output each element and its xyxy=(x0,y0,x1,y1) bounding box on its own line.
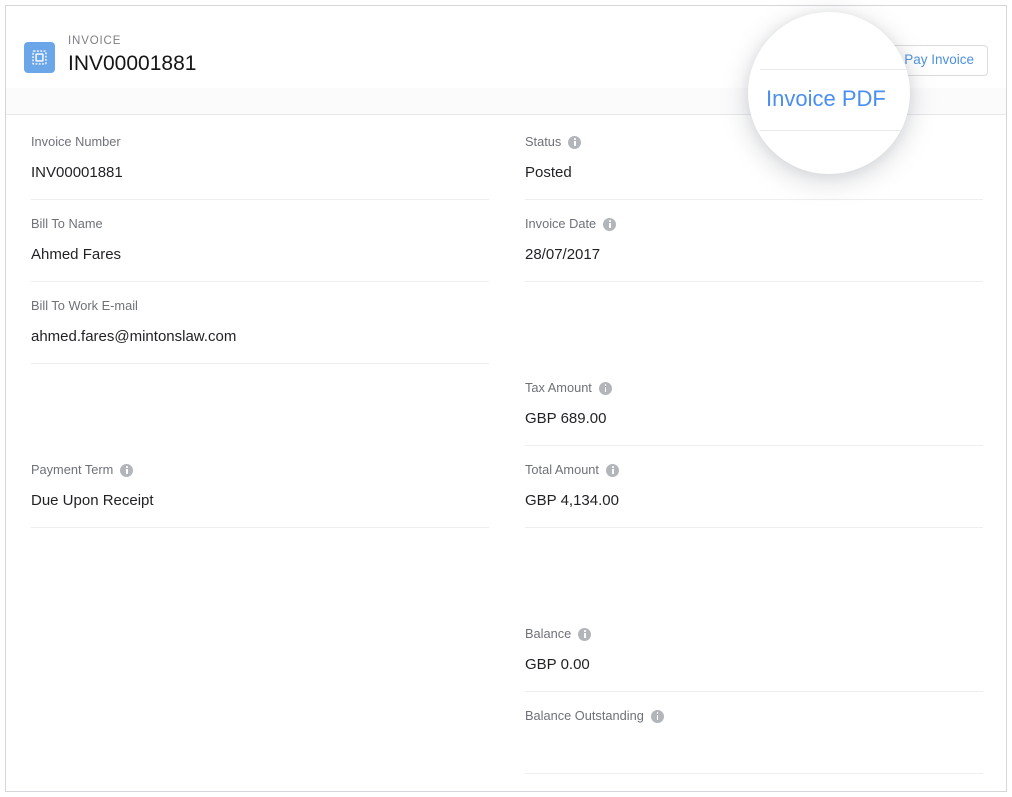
record-type-label: INVOICE xyxy=(68,35,122,47)
record-detail-body: Invoice Number INV00001881 Bill To Name Ahm… xyxy=(6,116,1006,791)
field-label-text: Payment Term xyxy=(31,462,114,477)
info-icon[interactable] xyxy=(605,463,619,477)
info-icon[interactable] xyxy=(603,217,617,231)
field-balance-outstanding: Balance Outstanding xyxy=(525,690,983,774)
info-icon[interactable] xyxy=(578,627,592,641)
invoice-stamp-icon xyxy=(24,42,55,73)
field-label-text: Status xyxy=(525,134,562,149)
field-tax-amount-label: Tax Amount xyxy=(525,379,983,397)
field-invoice-date: Invoice Date 28/07/2017 xyxy=(525,198,983,282)
field-bill-to-work-email: Bill To Work E-mail ahmed.fares@mintonsla… xyxy=(31,280,489,364)
field-label-text: Tax Amount xyxy=(525,380,592,395)
field-label-text: Invoice Date xyxy=(525,216,597,231)
field-bill-to-work-email-value: ahmed.fares@mintonslaw.com xyxy=(31,328,237,345)
page-title: INV00001881 xyxy=(68,52,197,75)
info-icon[interactable] xyxy=(120,463,134,477)
field-invoice-date-value: 28/07/2017 xyxy=(525,246,601,263)
field-balance-outstanding-value xyxy=(525,736,983,757)
field-balance-outstanding-label: Balance Outstanding xyxy=(525,707,983,725)
field-label-text: Balance xyxy=(525,626,572,641)
spotlight-magnifier-overlay: Invoice PDF xyxy=(748,12,910,174)
field-invoice-date-label: Invoice Date xyxy=(525,215,983,233)
field-total-amount: Total Amount GBP 4,134.00 xyxy=(525,444,983,528)
field-bill-to-name: Bill To Name Ahmed Fares xyxy=(31,198,489,282)
field-label-text: Bill To Work E-mail xyxy=(31,298,138,313)
field-label-text: Bill To Name xyxy=(31,216,103,231)
field-bill-to-name-label: Bill To Name xyxy=(31,215,489,233)
record-title-group: INVOICE INV00001881 xyxy=(68,34,196,77)
field-label-text: Balance Outstanding xyxy=(525,708,644,723)
field-bill-to-work-email-label: Bill To Work E-mail xyxy=(31,297,489,315)
field-invoice-number-label: Invoice Number xyxy=(31,133,489,151)
field-tax-amount: Tax Amount GBP 689.00 xyxy=(525,362,983,446)
field-balance-value: GBP 0.00 xyxy=(525,656,590,673)
invoice-pdf-menu-item[interactable]: Invoice PDF xyxy=(766,84,886,114)
field-label-text: Total Amount xyxy=(525,462,599,477)
field-total-amount-value: GBP 4,134.00 xyxy=(525,492,619,509)
invoice-record-page: INVOICE INV00001881 Pay Invoice Invoice … xyxy=(0,0,1012,797)
field-bill-to-name-value: Ahmed Fares xyxy=(31,246,122,263)
info-icon[interactable] xyxy=(650,709,664,723)
field-payment-term-label: Payment Term xyxy=(31,461,489,479)
field-balance-label: Balance xyxy=(525,625,983,643)
field-invoice-number-value: INV00001881 xyxy=(31,164,123,181)
menu-divider-top xyxy=(760,69,908,70)
info-icon[interactable] xyxy=(598,381,612,395)
field-label-text: Invoice Number xyxy=(31,134,121,149)
menu-divider-bottom xyxy=(760,130,908,131)
field-invoice-number: Invoice Number INV00001881 xyxy=(31,116,489,200)
field-payment-term-value: Due Upon Receipt xyxy=(31,492,154,509)
field-total-amount-label: Total Amount xyxy=(525,461,983,479)
info-icon[interactable] xyxy=(568,135,582,149)
field-payment-term: Payment Term Due Upon Receipt xyxy=(31,444,489,528)
field-balance: Balance GBP 0.00 xyxy=(525,608,983,692)
field-tax-amount-value: GBP 689.00 xyxy=(525,410,607,427)
